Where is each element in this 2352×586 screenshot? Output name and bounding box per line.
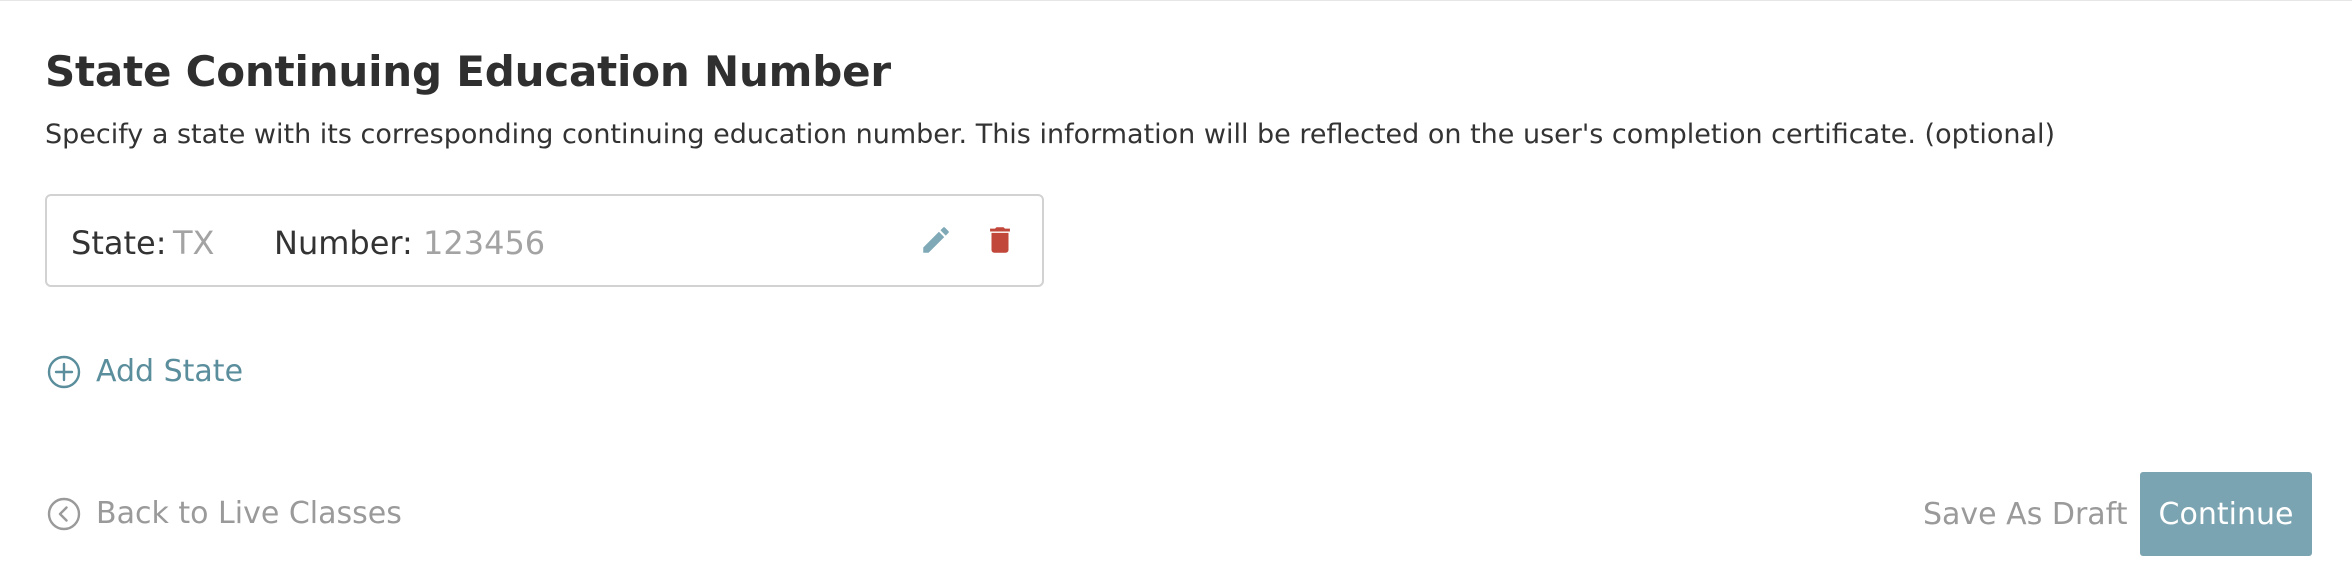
back-to-live-classes-link[interactable]: Back to Live Classes [47,496,402,531]
continue-button[interactable]: Continue [2140,472,2312,556]
delete-entry-button[interactable] [980,220,1020,260]
trash-icon [990,227,1010,253]
state-entry-card: State: TX Number: 123456 [45,194,1044,287]
edit-entry-button[interactable] [916,220,956,260]
section-description: Specify a state with its corresponding c… [45,119,2056,150]
state-ce-number-page: State Continuing Education Number Specif… [0,0,2352,586]
plus-circle-icon [47,355,81,388]
number-value: 123456 [423,224,546,262]
number-label: Number: [274,224,413,262]
chevron-left-circle-icon [47,497,81,530]
add-state-button[interactable]: Add State [47,354,243,389]
pencil-icon [923,227,949,253]
state-label: State: [71,224,167,262]
section-title: State Continuing Education Number [45,47,891,96]
add-state-label: Add State [96,354,244,389]
save-as-draft-button[interactable]: Save As Draft [1923,497,2127,532]
back-link-label: Back to Live Classes [96,496,402,531]
state-value: TX [173,224,215,262]
